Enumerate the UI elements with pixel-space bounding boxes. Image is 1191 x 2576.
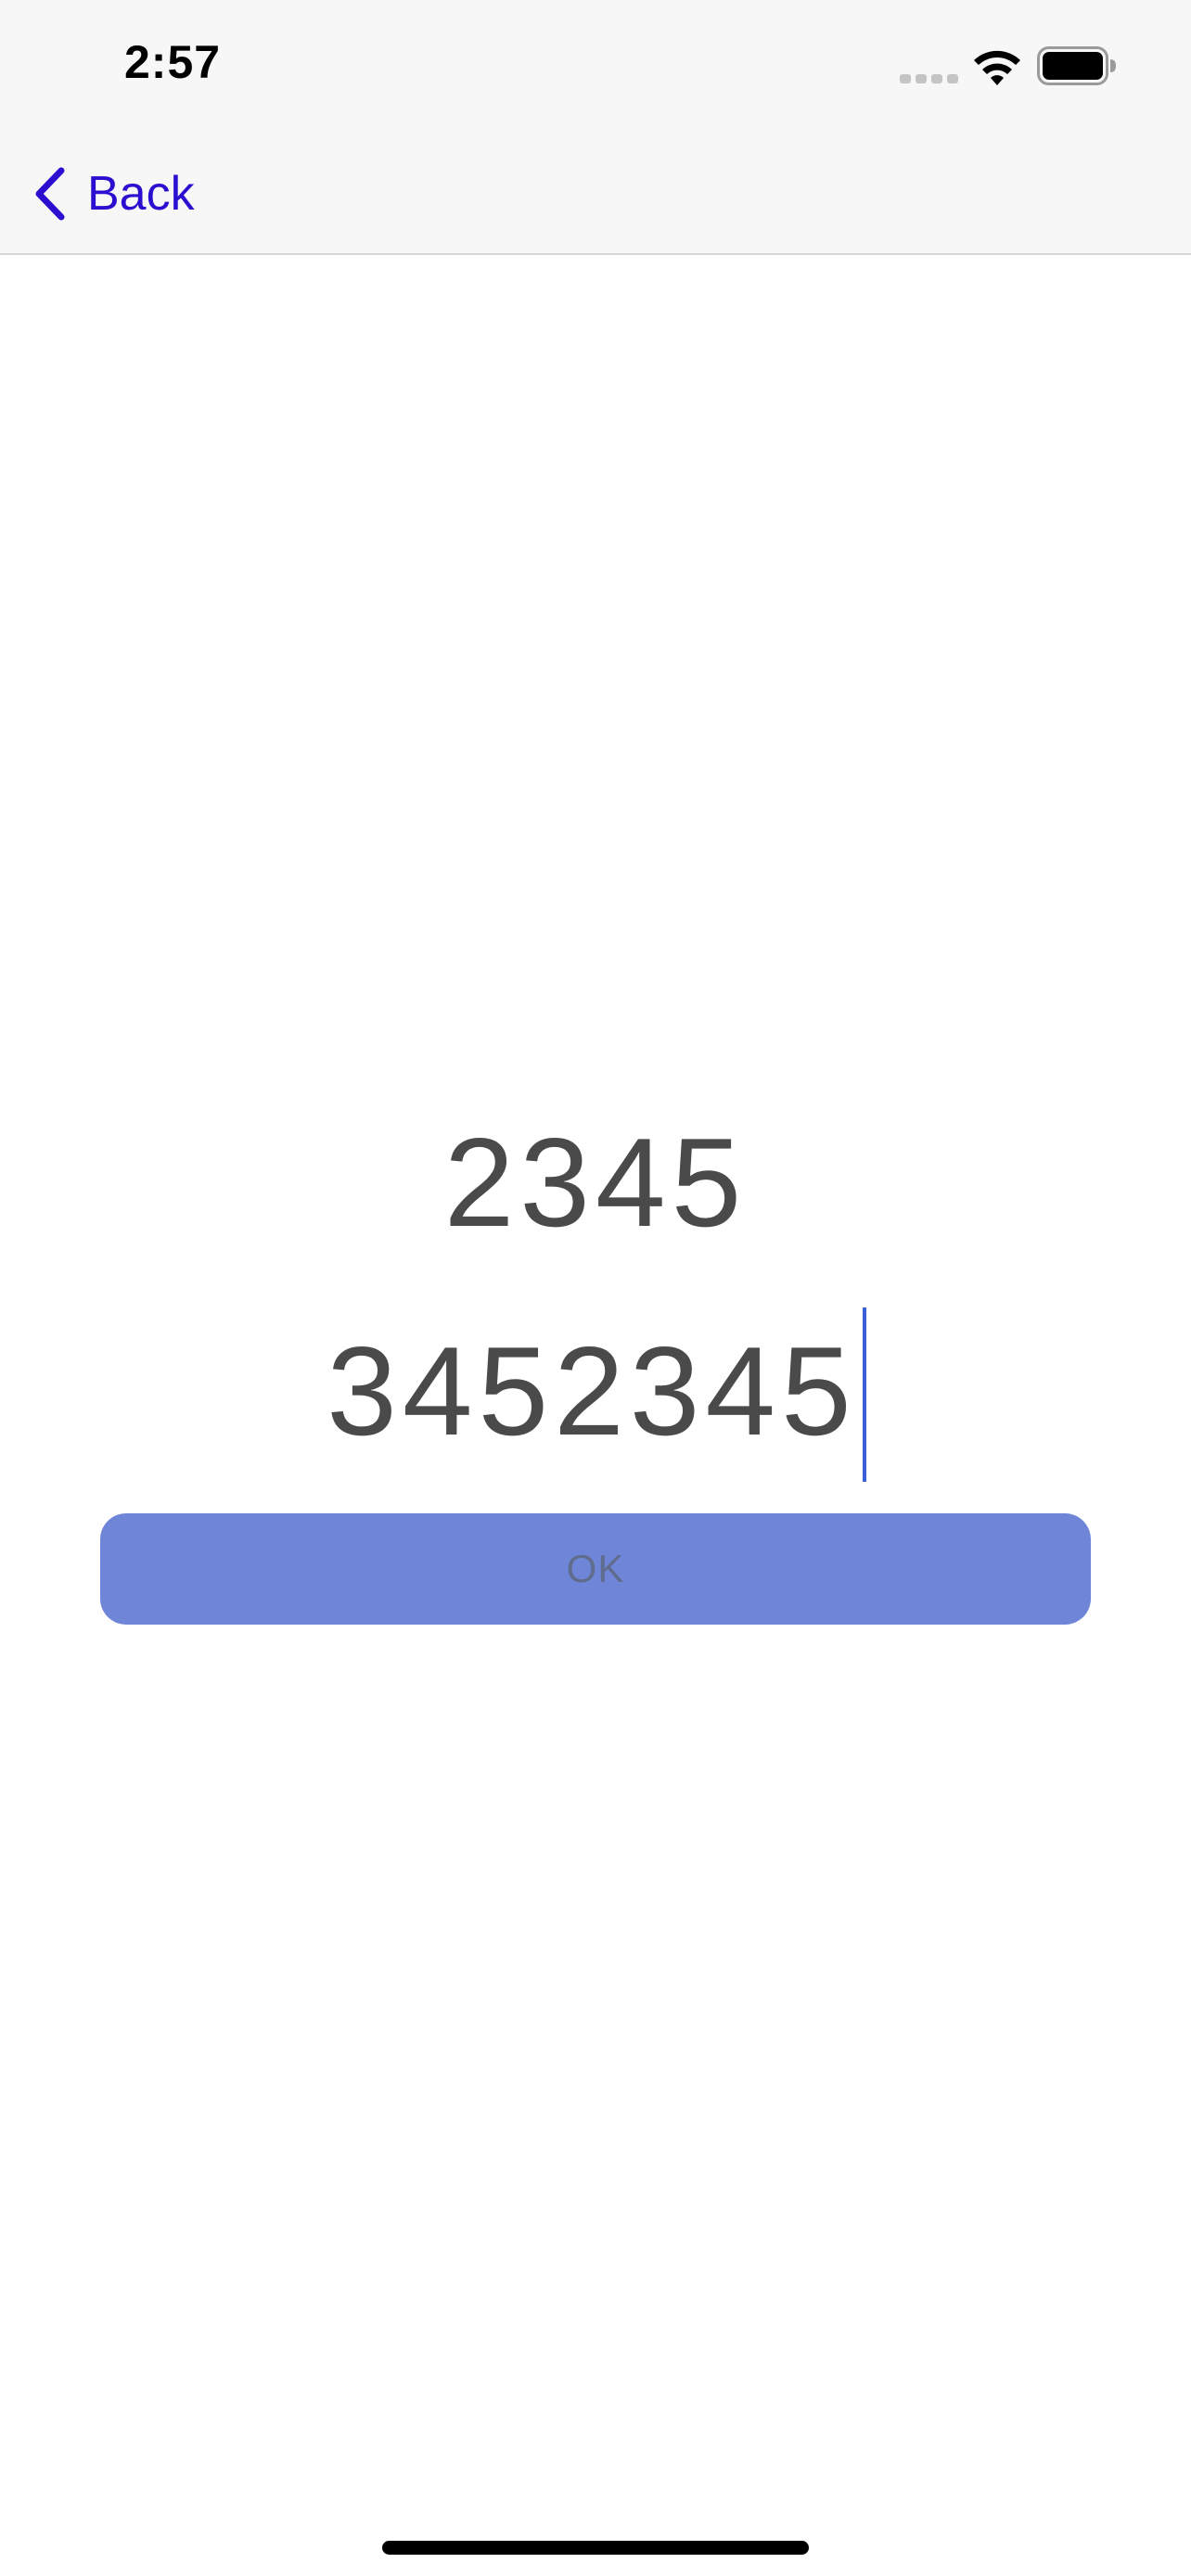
battery-icon <box>1037 46 1116 85</box>
chevron-left-icon <box>35 167 65 221</box>
home-indicator[interactable] <box>382 2541 809 2555</box>
back-button[interactable]: Back <box>32 161 195 226</box>
wifi-icon <box>974 50 1020 85</box>
back-label: Back <box>87 167 195 221</box>
status-bar: 2:57 <box>0 0 1191 130</box>
navigation-bar: Back <box>0 130 1191 255</box>
signal-dots-icon <box>900 74 958 83</box>
status-time: 2:57 <box>124 36 222 88</box>
value-label: 2345 <box>443 1112 748 1253</box>
number-input-value: 3452345 <box>327 1320 857 1461</box>
number-input-container: 3452345 <box>0 1307 1191 1482</box>
number-input[interactable]: 3452345 <box>327 1307 866 1482</box>
ok-button-label: OK <box>566 1547 625 1590</box>
text-caret <box>862 1307 866 1482</box>
ok-button[interactable]: OK <box>100 1513 1091 1625</box>
